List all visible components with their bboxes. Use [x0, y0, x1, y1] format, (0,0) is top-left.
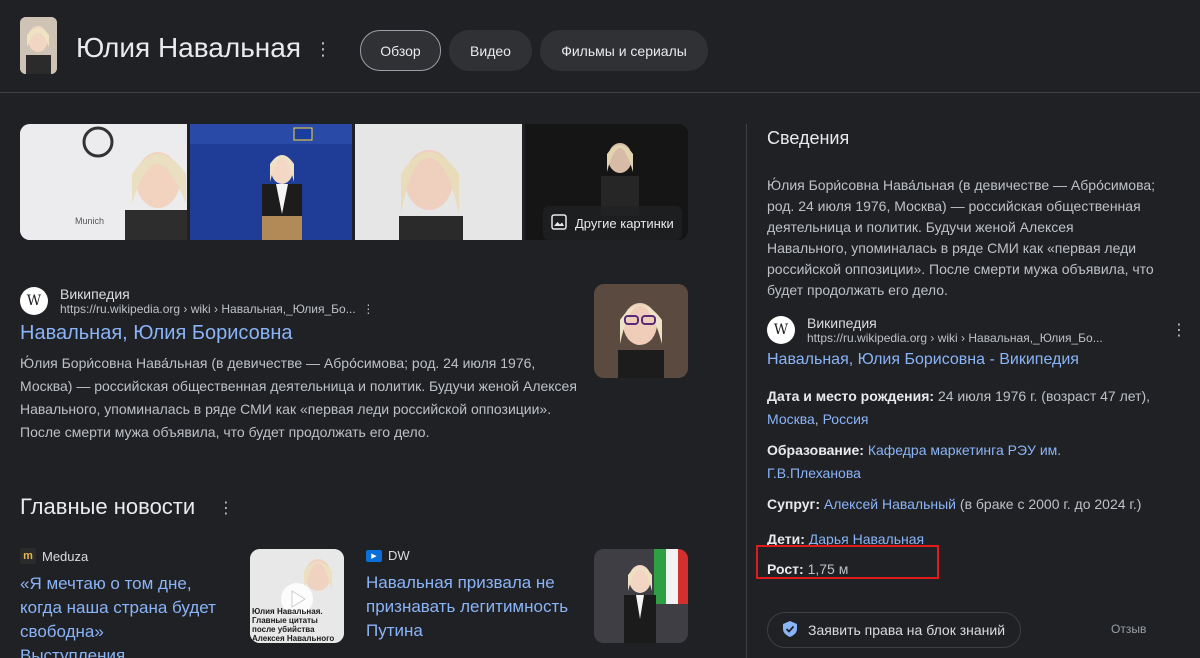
result-menu-icon[interactable]: ⋮ — [362, 302, 374, 316]
birth-city-link[interactable]: Москва — [767, 411, 815, 427]
news-publisher: m Meduza — [20, 548, 230, 564]
knowledge-panel: Сведения Ю́лия Бори́совна Нава́льная (в … — [767, 124, 1187, 581]
panel-divider — [746, 124, 747, 658]
entity-header: Юлия Навальная ⋮ Обзор Видео Фильмы и се… — [0, 0, 1200, 93]
source-name: Википедия — [807, 315, 877, 331]
image-thumbnail[interactable] — [355, 124, 522, 240]
svg-text:Munich: Munich — [75, 216, 104, 226]
result-thumbnail[interactable] — [594, 284, 688, 378]
more-options-icon[interactable]: ⋮ — [314, 40, 332, 58]
panel-source-menu-icon[interactable]: ⋮ — [1171, 320, 1187, 340]
image-icon — [551, 213, 567, 233]
meduza-icon: m — [20, 548, 36, 564]
thumb-caption: Юлия Навальная. Главные цитаты после уби… — [252, 607, 335, 643]
news-item[interactable]: m Meduza «Я мечтаю о том дне, когда наша… — [20, 548, 230, 658]
news-menu-icon[interactable]: ⋮ — [218, 498, 234, 518]
result-snippet: Ю́лия Бори́совна Нава́льная (в девичеств… — [20, 355, 577, 440]
fact-birth: Дата и место рождения: 24 июля 1976 г. (… — [767, 388, 1151, 427]
claim-panel-button[interactable]: Заявить права на блок знаний — [767, 612, 1021, 648]
result-source[interactable]: W Википедия https://ru.wikipedia.org › w… — [20, 286, 580, 316]
wikipedia-icon: W — [767, 316, 795, 344]
panel-heading: Сведения — [767, 128, 850, 148]
image-thumbnail[interactable] — [190, 124, 352, 240]
news-headline[interactable]: Навальная призвала не признавать легитим… — [366, 571, 581, 643]
tab-video[interactable]: Видео — [449, 30, 532, 71]
panel-source: W Википедия https://ru.wikipedia.org › w… — [767, 315, 1187, 369]
source-name: Википедия — [60, 286, 130, 302]
image-thumbnail[interactable]: Munich — [20, 124, 188, 240]
more-images-button[interactable]: Другие картинки — [543, 206, 682, 240]
panel-source-title-link[interactable]: Навальная, Юлия Борисовна - Википедия — [767, 351, 1187, 369]
highlight-box — [756, 545, 939, 579]
search-result: W Википедия https://ru.wikipedia.org › w… — [20, 286, 580, 444]
avatar[interactable] — [20, 17, 57, 74]
tab-overview[interactable]: Обзор — [360, 30, 441, 71]
page-title: Юлия Навальная — [76, 32, 301, 63]
claim-label: Заявить права на блок знаний — [808, 622, 1006, 638]
fact-spouse: Супруг: Алексей Навальный (в браке с 200… — [767, 496, 1142, 512]
news-heading: Главные новости — [20, 494, 196, 519]
news-publisher: ▶ DW — [366, 548, 581, 563]
dw-icon: ▶ — [366, 549, 382, 562]
panel-source-row[interactable]: W Википедия https://ru.wikipedia.org › w… — [767, 315, 1187, 345]
feedback-link[interactable]: Отзыв — [1111, 622, 1146, 636]
more-images-label: Другие картинки — [575, 215, 674, 231]
wikipedia-icon: W — [20, 287, 48, 315]
fact-education: Образование: Кафедра маркетинга РЭУ им. … — [767, 442, 1062, 481]
source-url: https://ru.wikipedia.org › wiki › Наваль… — [60, 302, 375, 316]
result-title-link[interactable]: Навальная, Юлия Борисовна — [20, 322, 580, 345]
birth-country-link[interactable]: Россия — [823, 411, 869, 427]
news-item[interactable]: ▶ DW Навальная призвала не признавать ле… — [366, 548, 581, 643]
panel-description: Ю́лия Бори́совна Нава́льная (в девичеств… — [767, 177, 1156, 298]
news-headline[interactable]: «Я мечтаю о том дне, когда наша страна б… — [20, 572, 230, 658]
shield-check-icon — [782, 620, 798, 641]
news-thumbnail[interactable] — [594, 549, 688, 643]
spouse-link[interactable]: Алексей Навальный — [824, 496, 956, 512]
tab-movies-series[interactable]: Фильмы и сериалы — [540, 30, 708, 71]
news-thumbnail[interactable]: Юлия Навальная. Главные цитаты после уби… — [250, 549, 344, 643]
source-url: https://ru.wikipedia.org › wiki › Наваль… — [807, 331, 1103, 345]
